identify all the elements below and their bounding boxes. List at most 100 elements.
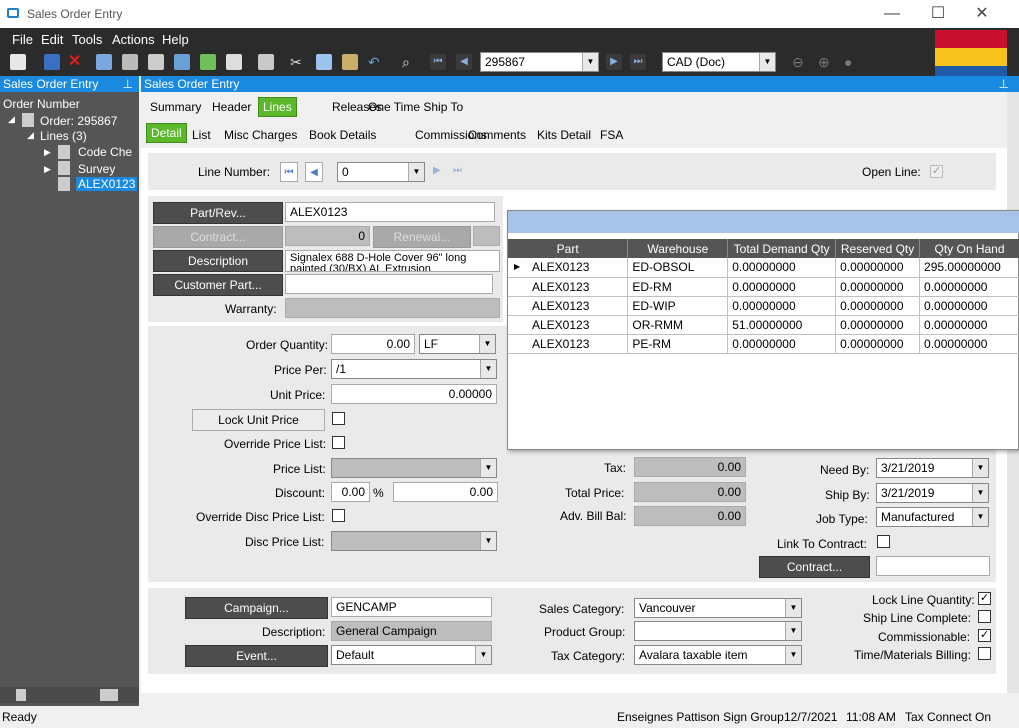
col-warehouse[interactable]: Warehouse [627,239,729,258]
binoculars-icon[interactable]: ⌕ [402,54,418,70]
tab-summary[interactable]: Summary [146,98,205,116]
open-line-checkbox[interactable]: ✓ [930,165,943,178]
col-total-demand[interactable]: Total Demand Qty [727,239,837,258]
tab-one-time-ship-to[interactable]: One Time Ship To [364,98,467,116]
product-group-select[interactable]: ▼ [634,621,802,641]
order-select[interactable]: 295867 ▼ [480,52,599,72]
override-price-list-checkbox[interactable] [332,436,345,449]
menu-actions[interactable]: Actions [112,32,155,47]
commissionable-checkbox[interactable]: ✓ [978,629,991,642]
campaign-button[interactable]: Campaign... [185,597,328,619]
last-line-icon[interactable]: ⏭ [453,165,462,176]
price-list-select[interactable]: ▼ [331,458,497,478]
tree-item-order[interactable]: Order: 295867 [40,114,117,128]
tab-header[interactable]: Header [208,98,255,116]
forward-icon[interactable]: ⊕ [818,54,834,70]
minimize-button[interactable]: — [880,3,904,25]
collapse-icon[interactable]: ▶ [44,147,51,158]
tools-icon[interactable] [148,54,164,70]
table-row[interactable]: ALEX0123 PE-RM 0.00000000 0.00000000 0.00000… [508,334,1019,354]
tax-category-select[interactable]: Avalara taxable item ▼ [634,645,802,665]
last-record-icon[interactable]: ⏭ [630,54,646,70]
time-materials-billing-checkbox[interactable] [978,647,991,660]
tab-comments[interactable]: Comments [464,126,530,144]
contract-button[interactable]: Contract... [153,226,283,248]
part-rev-button[interactable]: Part/Rev... [153,202,283,224]
table-row[interactable]: ALEX0123 OR-RMM 51.00000000 0.00000000 0.000… [508,315,1019,335]
table-row[interactable]: ALEX0123 ED-RM 0.00000000 0.00000000 0.00000… [508,277,1019,297]
prev-record-icon[interactable]: ◀ [456,54,472,70]
ship-by-date[interactable]: 3/21/2019 ▼ [876,483,989,503]
menu-file[interactable]: File [12,32,33,47]
delete-icon[interactable]: ✕ [68,54,84,70]
new-icon[interactable] [10,54,26,70]
sales-category-select[interactable]: Vancouver ▼ [634,598,802,618]
discount-percent-input[interactable]: 0.00 [331,482,370,502]
stop-icon[interactable]: ● [844,54,860,70]
discount-amount-input[interactable]: 0.00 [393,482,498,502]
eraser-icon[interactable] [226,54,242,70]
renewal-button[interactable]: Renewal... [373,226,471,248]
expand-icon[interactable]: ◢ [8,114,15,125]
first-line-icon[interactable]: ⏮ [280,162,298,182]
save-icon[interactable] [44,54,60,70]
description-button[interactable]: Description [153,250,283,272]
disc-price-list-select[interactable]: ▼ [331,531,497,551]
close-button[interactable]: ✕ [970,3,994,25]
paste-icon[interactable] [174,54,190,70]
paste-clip-icon[interactable] [342,54,358,70]
col-part[interactable]: Part [508,239,629,258]
expand-icon[interactable]: ◢ [27,130,34,141]
job-type-select[interactable]: Manufactured ▼ [876,507,989,527]
clear-icon[interactable] [122,54,138,70]
need-by-date[interactable]: 3/21/2019 ▼ [876,458,989,478]
tab-detail[interactable]: Detail [146,123,187,143]
event-button[interactable]: Event... [185,645,328,667]
back-icon[interactable]: ⊖ [792,54,808,70]
tab-kits-detail[interactable]: Kits Detail [533,126,595,144]
col-qty-on-hand[interactable]: Qty On Hand [919,239,1019,258]
tab-book-details[interactable]: Book Details [305,126,380,144]
pin-icon[interactable]: ⊥ [123,77,133,91]
menu-edit[interactable]: Edit [41,32,63,47]
lock-line-quantity-checkbox[interactable]: ✓ [978,592,991,605]
prev-line-icon[interactable]: ◀ [305,162,323,182]
maximize-button[interactable]: ☐ [926,3,950,25]
ship-line-complete-checkbox[interactable] [978,610,991,623]
customer-part-input[interactable] [285,274,493,294]
undo-icon[interactable]: ↶ [368,54,384,70]
tree-item-line[interactable]: Code Che [78,145,132,159]
tab-misc-charges[interactable]: Misc Charges [220,126,301,144]
uom-select[interactable]: LF ▼ [419,334,496,354]
tree-item-lines[interactable]: Lines (3) [40,129,87,143]
first-record-icon[interactable]: ⏮ [430,54,446,70]
tab-lines[interactable]: Lines [258,97,297,117]
tab-fsa[interactable]: FSA [596,126,627,144]
lock-unit-price-button[interactable]: Lock Unit Price [192,409,325,431]
table-row[interactable]: ALEX0123 ED-WIP 0.00000000 0.00000000 0.0000… [508,296,1019,316]
menu-help[interactable]: Help [162,32,189,47]
table-row[interactable]: ▶ ALEX0123 ED-OBSOL 0.00000000 0.00000000 29… [508,258,1019,278]
tree-item-line-selected[interactable]: ALEX0123 [76,177,138,191]
collapse-icon[interactable]: ▶ [44,164,51,175]
override-disc-price-list-checkbox[interactable] [332,509,345,522]
refresh-icon[interactable] [200,54,216,70]
contract-link-input[interactable] [876,556,990,576]
next-line-icon[interactable]: ▶ [433,165,441,176]
attach-icon[interactable] [96,54,112,70]
tab-list[interactable]: List [188,126,215,144]
tree-scrollbar[interactable] [0,687,139,703]
part-number-input[interactable]: ALEX0123 [285,202,495,222]
currency-select[interactable]: CAD (Doc) ▼ [662,52,776,72]
print-icon[interactable] [258,54,274,70]
campaign-input[interactable]: GENCAMP [331,597,492,617]
pin-icon[interactable]: ⊥ [999,77,1009,91]
price-per-select[interactable]: /1 ▼ [331,359,497,379]
description-field[interactable]: Signalex 688 D-Hole Cover 96" long paint… [285,250,500,272]
link-to-contract-checkbox[interactable] [877,535,890,548]
next-record-icon[interactable]: ▶ [606,54,622,70]
contract-link-button[interactable]: Contract... [759,556,870,578]
cut-icon[interactable]: ✂ [290,54,306,70]
event-select[interactable]: Default ▼ [331,645,492,665]
tree-item-line[interactable]: Survey [78,162,115,176]
